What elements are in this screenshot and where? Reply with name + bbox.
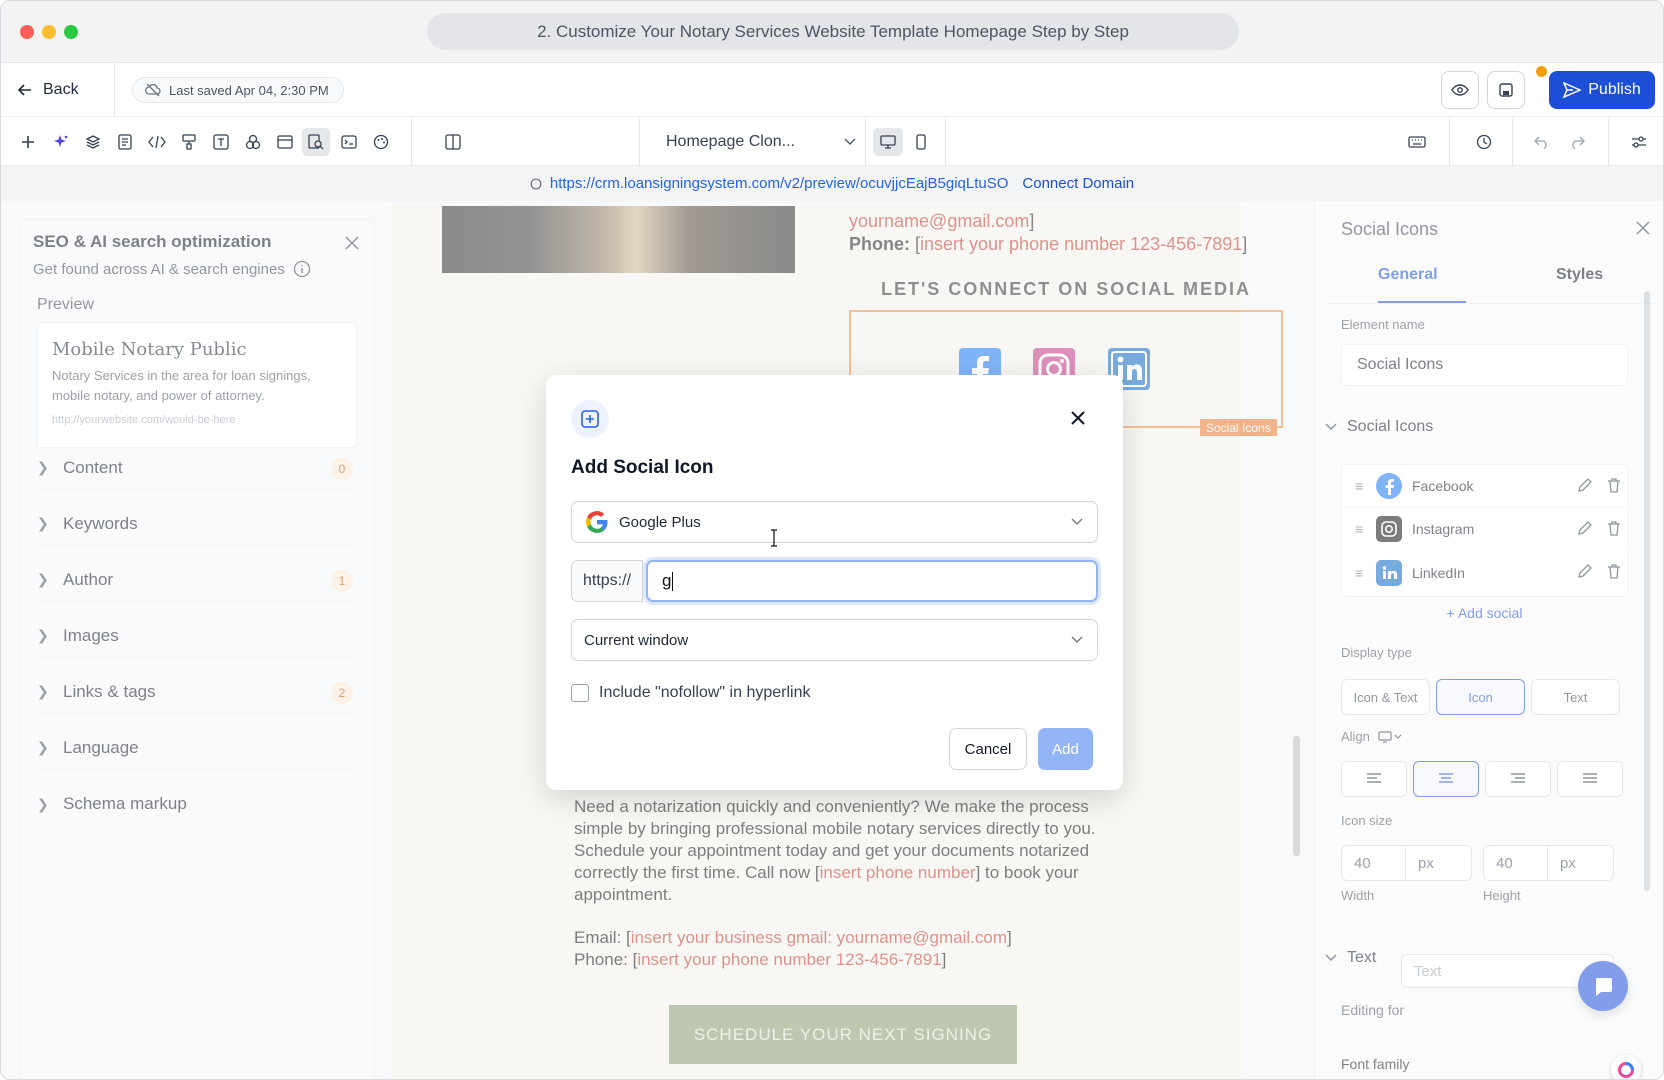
link-target-select[interactable]: Current window: [571, 619, 1098, 661]
network-value: Google Plus: [619, 513, 701, 531]
mobile-icon[interactable]: [908, 129, 934, 155]
layers-icon[interactable]: [80, 129, 106, 155]
divider: [945, 117, 946, 166]
palette-icon[interactable]: [368, 129, 394, 155]
page-name: Homepage Clon...: [666, 133, 795, 150]
chevron-down-icon: [844, 138, 856, 145]
document-title: 2. Customize Your Notary Services Websit…: [427, 13, 1239, 50]
settings-sliders-icon[interactable]: [1626, 129, 1652, 155]
dialog-title: Add Social Icon: [571, 457, 714, 478]
sparkle-icon[interactable]: [48, 129, 74, 155]
columns-icon[interactable]: [440, 129, 466, 155]
social-network-select[interactable]: Google Plus: [571, 501, 1098, 543]
divider: [411, 117, 412, 166]
publish-label: Publish: [1588, 81, 1641, 98]
history-icon[interactable]: [1471, 129, 1497, 155]
last-saved-badge: Last saved Apr 04, 2:30 PM: [132, 77, 344, 103]
desktop-icon[interactable]: [873, 128, 903, 156]
add-button[interactable]: Add: [1038, 728, 1093, 770]
paint-icon[interactable]: [176, 129, 202, 155]
app-window: 2. Customize Your Notary Services Websit…: [0, 0, 1664, 1080]
text-cursor-icon: [771, 529, 777, 547]
nofollow-checkbox-row[interactable]: Include "nofollow" in hyperlink: [571, 684, 810, 702]
text-caret: [672, 571, 674, 591]
chevron-down-icon: [1071, 636, 1083, 643]
connect-domain-link[interactable]: Connect Domain: [1022, 175, 1134, 192]
last-saved-text: Last saved Apr 04, 2:30 PM: [169, 82, 329, 98]
window-close-button[interactable]: [20, 25, 34, 39]
chevron-down-icon: [1071, 518, 1083, 525]
preview-url-bar: https://crm.loansigningsystem.com/v2/pre…: [1, 166, 1663, 201]
publish-button[interactable]: Publish: [1549, 71, 1655, 109]
nofollow-label: Include "nofollow" in hyperlink: [599, 684, 811, 701]
url-input-value: g: [662, 571, 672, 590]
divider: [1449, 117, 1450, 166]
pages-icon[interactable]: [112, 129, 138, 155]
text-icon[interactable]: [208, 129, 234, 155]
cancel-button[interactable]: Cancel: [949, 728, 1027, 770]
code-icon[interactable]: [144, 129, 170, 155]
send-icon: [1563, 82, 1582, 98]
divider: [1512, 117, 1513, 166]
unsaved-indicator: [1536, 66, 1547, 77]
window-maximize-button[interactable]: [64, 25, 78, 39]
editor-toolbar: Homepage Clon...: [1, 117, 1663, 166]
back-label: Back: [43, 81, 79, 98]
shapes-icon[interactable]: [240, 129, 266, 155]
page-selector[interactable]: Homepage Clon...: [666, 127, 856, 157]
nofollow-checkbox[interactable]: [571, 684, 589, 702]
target-value: Current window: [584, 631, 689, 649]
url-prefix: https://: [571, 560, 643, 602]
keyboard-icon[interactable]: [1404, 129, 1430, 155]
arrow-left-icon: [17, 84, 31, 96]
save-icon: [1499, 83, 1513, 97]
save-button[interactable]: [1487, 71, 1525, 109]
preview-button[interactable]: [1441, 71, 1479, 109]
divider: [865, 117, 866, 166]
redo-icon[interactable]: [1564, 129, 1590, 155]
google-icon: [585, 511, 608, 533]
app-header: Back Last saved Apr 04, 2:30 PM Publish: [1, 63, 1663, 117]
url-input-group: https:// g: [571, 560, 1098, 602]
add-social-icon-dialog: Add Social Icon Google Plus https:// g C…: [546, 375, 1123, 790]
app-logo-icon[interactable]: [1611, 1055, 1641, 1079]
url-input[interactable]: g: [646, 560, 1098, 602]
divider: [639, 117, 640, 166]
preview-url-link[interactable]: https://crm.loansigningsystem.com/v2/pre…: [550, 175, 1009, 192]
undo-icon[interactable]: [1529, 129, 1555, 155]
seo-icon[interactable]: [302, 128, 330, 156]
add-square-icon: [571, 400, 609, 438]
eye-icon: [1451, 84, 1469, 96]
circle-icon: [530, 178, 542, 189]
back-button[interactable]: Back: [17, 77, 79, 103]
title-bar: 2. Customize Your Notary Services Websit…: [1, 1, 1663, 63]
window-minimize-button[interactable]: [42, 25, 56, 39]
cloud-off-icon: [145, 83, 161, 97]
plus-icon[interactable]: [15, 129, 41, 155]
divider: [1608, 117, 1609, 166]
close-icon[interactable]: [1067, 407, 1089, 429]
browser-icon[interactable]: [272, 129, 298, 155]
divider: [114, 63, 115, 117]
terminal-icon[interactable]: [336, 129, 362, 155]
